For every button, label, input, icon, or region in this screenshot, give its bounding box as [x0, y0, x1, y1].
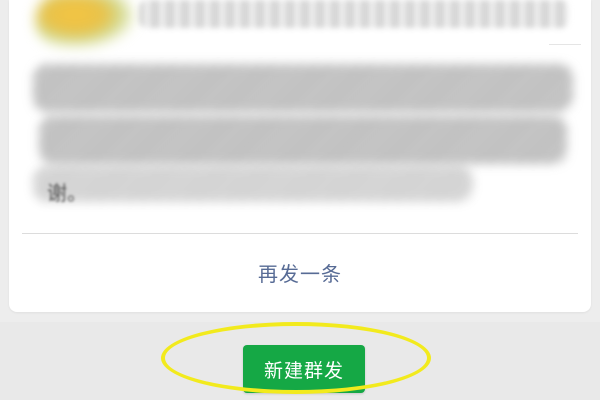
resend-button[interactable]: 再发一条	[0, 258, 600, 287]
redacted-line	[33, 166, 473, 202]
header-divider	[549, 44, 581, 45]
blurred-avatar	[35, 0, 135, 48]
redacted-line	[39, 116, 567, 164]
new-mass-message-button[interactable]: 新建群发	[243, 345, 365, 393]
mass-send-history-page: 谢。 再发一条 新建群发	[0, 0, 600, 400]
card-divider	[22, 233, 578, 234]
message-tail-text: 谢。	[47, 181, 87, 205]
redacted-line	[33, 64, 573, 112]
redacted-message-content	[33, 58, 573, 208]
redacted-header-text	[139, 0, 569, 28]
